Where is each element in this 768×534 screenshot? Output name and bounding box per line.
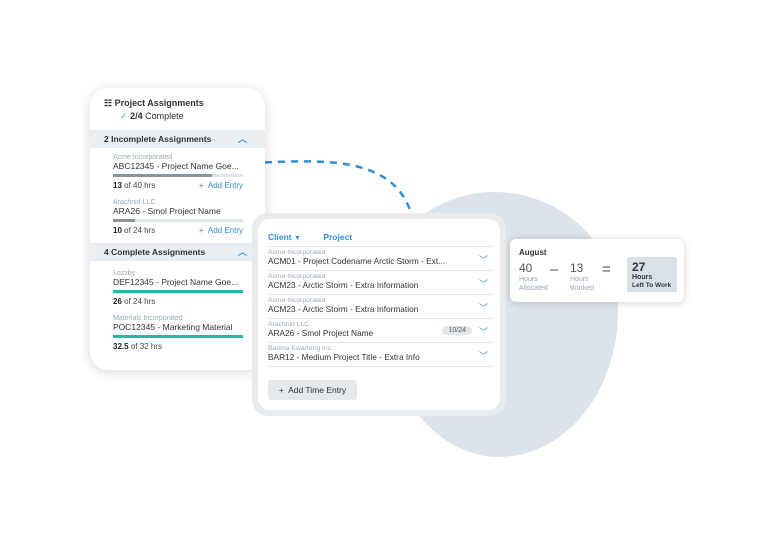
hours-total: of 24 hrs (124, 226, 156, 235)
incomplete-section-header[interactable]: 2 Incomplete Assignments ︿ (90, 130, 265, 148)
checklist-icon: ☷ (104, 98, 113, 108)
complete-section-header[interactable]: 4 Complete Assignments ︿ (90, 243, 265, 261)
client-sort-tab[interactable]: Client ▼ (268, 232, 301, 242)
hours-badge: 10/24 (442, 326, 472, 335)
chevron-down-icon[interactable]: ﹀ (479, 253, 488, 266)
client-name: Acme Incorporated (113, 154, 173, 161)
client-name: Barima Kwarteng Inc. (268, 345, 333, 352)
add-entry-button[interactable]: + Add Entry (199, 181, 243, 190)
assignment-item[interactable]: Acme Incorporated ABC12345 - Project Nam… (90, 154, 265, 190)
entry-row[interactable]: Acme Incorporated ACM23 - Arctic Storm - … (268, 270, 494, 294)
entry-row[interactable]: Acme Incorporated ACM23 - Arctic Storm - … (268, 294, 494, 318)
add-entry-label: Add Entry (207, 181, 243, 190)
progress-bar (113, 290, 243, 293)
chevron-down-icon[interactable]: ﹀ (479, 349, 488, 362)
chevron-up-icon[interactable]: ︿ (238, 130, 247, 148)
hours-summary-popover: August 40 Hours Allocated – 13 Hours Worked … (510, 239, 684, 302)
client-name: Materials Incorporated (113, 315, 183, 322)
project-name: ACM23 - Arctic Storm - Extra Information (268, 280, 419, 290)
chevron-down-icon[interactable]: ﹀ (479, 277, 488, 290)
assignment-item[interactable]: Materials Incorporated POC12345 - Market… (90, 315, 265, 351)
complete-label: Complete (145, 111, 184, 121)
add-entry-button[interactable]: + Add Entry (199, 226, 243, 235)
project-sort-tab[interactable]: Project (323, 232, 352, 242)
chevron-down-icon[interactable]: ﹀ (479, 325, 488, 338)
client-name: Acme Incorporated (268, 273, 326, 280)
hours-worked: 13 Hours Worked (570, 261, 594, 292)
chevron-down-icon[interactable]: ﹀ (479, 301, 488, 314)
hours-allocated: 40 Hours Allocated (519, 261, 548, 292)
project-name: ARA26 - Smol Project Name (113, 206, 221, 216)
entry-row[interactable]: Arachnid LLC ARA26 - Smol Project Name 10/… (268, 318, 494, 342)
assignment-item[interactable]: Arachnid LLC ARA26 - Smol Project Name 1… (90, 199, 265, 235)
hours-worked: 10 (113, 226, 122, 235)
equals-sign: = (602, 261, 611, 278)
complete-count: 2/4 (130, 111, 143, 121)
time-entry-card: Client ▼ Project Acme Incorporated ACM01 … (258, 219, 500, 410)
entry-row[interactable]: Acme Incorporated ACM01 - Project Codenam… (268, 246, 494, 270)
plus-icon: + (278, 385, 284, 395)
check-icon: ✓ (120, 111, 128, 121)
project-assignments-card: ☷ Project Assignments ✓ 2/4 Complete 2 I… (90, 88, 265, 370)
section-title: 2 Incomplete Assignments (104, 134, 212, 144)
entry-row[interactable]: Barima Kwarteng Inc. BAR12 - Medium Proje… (268, 342, 494, 367)
minus-sign: – (550, 261, 559, 278)
month-label: August (519, 248, 547, 257)
hours-left: 27 Hours Left To Work (627, 257, 677, 292)
tab-label: Client (268, 232, 292, 242)
client-name: Acme Incorporated (268, 297, 326, 304)
add-entry-label: Add Entry (207, 226, 243, 235)
progress-bar (113, 174, 243, 177)
caret-down-icon: ▼ (294, 235, 301, 242)
project-name: ACM23 - Arctic Storm - Extra Information (268, 304, 419, 314)
project-name: DEF12345 - Project Name Goe... (113, 277, 239, 287)
progress-bar (113, 335, 243, 338)
card-title: Project Assignments (114, 98, 204, 108)
hours-worked: 13 (113, 181, 122, 190)
assignment-item[interactable]: Lozzby DEF12345 - Project Name Goe... 26… (90, 270, 265, 306)
client-name: Arachnid LLC (113, 199, 156, 206)
hours-total: of 32 hrs (130, 342, 162, 351)
hours-worked: 26 (113, 297, 122, 306)
hours-total: of 24 hrs (124, 297, 156, 306)
progress-bar (113, 219, 243, 222)
hours-worked: 32.5 (113, 342, 129, 351)
project-name: BAR12 - Medium Project Title - Extra Inf… (268, 352, 420, 362)
hours-total: of 40 hrs (124, 181, 156, 190)
project-name: POC12345 - Marketing Material (113, 322, 233, 332)
project-name: ABC12345 - Project Name Goe... (113, 161, 239, 171)
chevron-up-icon[interactable]: ︿ (238, 243, 247, 261)
client-name: Lozzby (113, 270, 136, 277)
section-title: 4 Complete Assignments (104, 247, 206, 257)
client-name: Acme Incorporated (268, 249, 326, 256)
project-name: ACM01 - Project Codename Arctic Storm - … (268, 256, 446, 266)
button-label: Add Time Entry (288, 385, 347, 395)
add-time-entry-button[interactable]: + Add Time Entry (268, 380, 357, 400)
